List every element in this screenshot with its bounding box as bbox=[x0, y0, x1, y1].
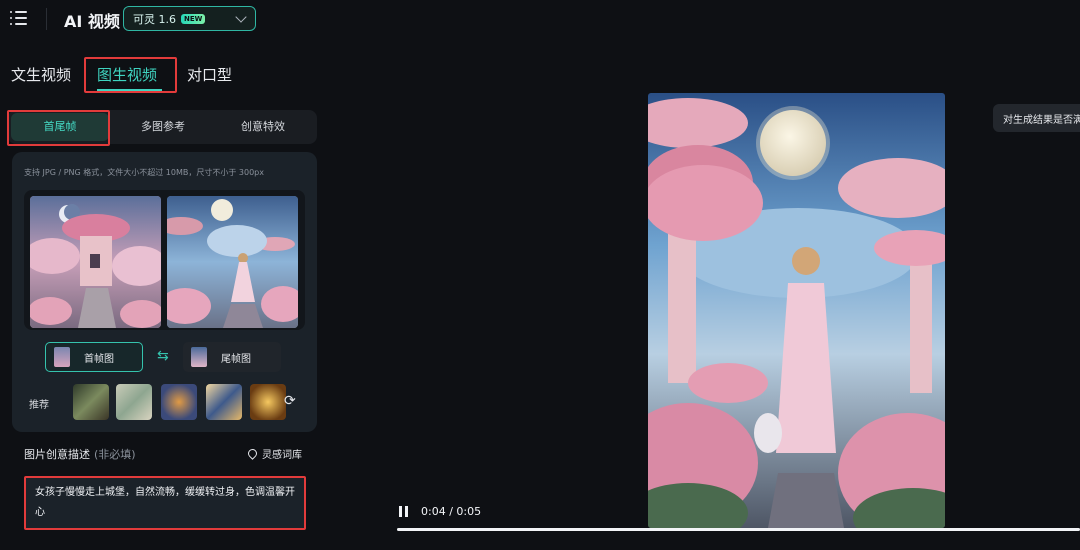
upload-panel: 支持 JPG / PNG 格式，文件大小不超过 10MB，尺寸不小于 300px bbox=[12, 152, 317, 432]
last-frame-button[interactable]: 尾帧图 bbox=[183, 342, 281, 372]
model-select[interactable]: 可灵 1.6 NEW bbox=[123, 6, 256, 31]
subtab-multi-image-reference[interactable]: 多图参考 bbox=[118, 110, 208, 144]
refresh-icon[interactable]: ⟳ bbox=[284, 393, 296, 409]
recommend-image-4[interactable] bbox=[206, 384, 242, 420]
inspiration-library-link[interactable]: 灵感词库 bbox=[246, 446, 302, 461]
last-frame-image[interactable] bbox=[167, 196, 298, 328]
menu-icon[interactable] bbox=[10, 10, 28, 26]
tab-text-to-video[interactable]: 文生视频 bbox=[11, 64, 71, 85]
location-pin-icon bbox=[246, 447, 259, 460]
description-optional: (非必填) bbox=[94, 448, 136, 461]
recommend-image-2[interactable] bbox=[116, 384, 152, 420]
preview-area: 0:04 / 0:05 bbox=[385, 38, 1080, 550]
library-link-label: 灵感词库 bbox=[262, 450, 302, 461]
top-bar: AI 视频 可灵 1.6 NEW bbox=[0, 0, 330, 38]
upload-hint: 支持 JPG / PNG 格式，文件大小不超过 10MB，尺寸不小于 300px bbox=[24, 168, 264, 177]
video-controls: 0:04 / 0:05 bbox=[385, 498, 1080, 550]
prompt-textarea[interactable]: 女孩子慢慢走上城堡，自然流畅，缓缓转过身，色调温馨开心 bbox=[24, 476, 306, 530]
recommendations: 推荐 ⟳ bbox=[24, 382, 305, 422]
video-preview[interactable] bbox=[648, 93, 945, 528]
divider bbox=[46, 8, 47, 30]
frame-previews bbox=[24, 190, 305, 330]
video-time: 0:04 / 0:05 bbox=[421, 505, 482, 518]
progress-bar[interactable] bbox=[397, 528, 1080, 531]
subtab-creative-effects[interactable]: 创意特效 bbox=[218, 110, 308, 144]
first-frame-thumbnail bbox=[54, 347, 70, 367]
recommend-image-1[interactable] bbox=[73, 384, 109, 420]
first-frame-button[interactable]: 首帧图 bbox=[45, 342, 143, 372]
tab-image-to-video[interactable]: 图生视频 bbox=[97, 64, 157, 85]
swap-icon[interactable]: ⇆ bbox=[157, 348, 169, 364]
first-frame-label: 首帧图 bbox=[84, 353, 114, 365]
description-label: 图片创意描述 (非必填) bbox=[24, 446, 136, 462]
feedback-tooltip: 对生成结果是否满意 bbox=[993, 104, 1080, 132]
first-frame-image[interactable] bbox=[30, 196, 161, 328]
app-title: AI 视频 bbox=[64, 12, 120, 31]
last-frame-thumbnail bbox=[191, 347, 207, 367]
recommend-image-5[interactable] bbox=[250, 384, 286, 420]
last-frame-label: 尾帧图 bbox=[221, 353, 251, 365]
pause-icon[interactable] bbox=[399, 506, 409, 517]
recommend-label: 推荐 bbox=[29, 400, 49, 411]
main-tabs: 文生视频 图生视频 对口型 bbox=[0, 56, 330, 92]
model-name: 可灵 1.6 bbox=[133, 12, 176, 26]
recommend-image-3[interactable] bbox=[161, 384, 197, 420]
description-title: 图片创意描述 bbox=[24, 448, 90, 461]
new-badge: NEW bbox=[181, 13, 206, 24]
sub-tabs: 首尾帧 多图参考 创意特效 bbox=[8, 110, 317, 144]
tab-lip-sync[interactable]: 对口型 bbox=[187, 64, 232, 85]
chevron-down-icon bbox=[235, 11, 247, 23]
frame-selectors: 首帧图 ⇆ 尾帧图 bbox=[45, 342, 285, 372]
active-tab-underline bbox=[97, 89, 162, 91]
subtab-first-last-frame[interactable]: 首尾帧 bbox=[11, 113, 109, 141]
